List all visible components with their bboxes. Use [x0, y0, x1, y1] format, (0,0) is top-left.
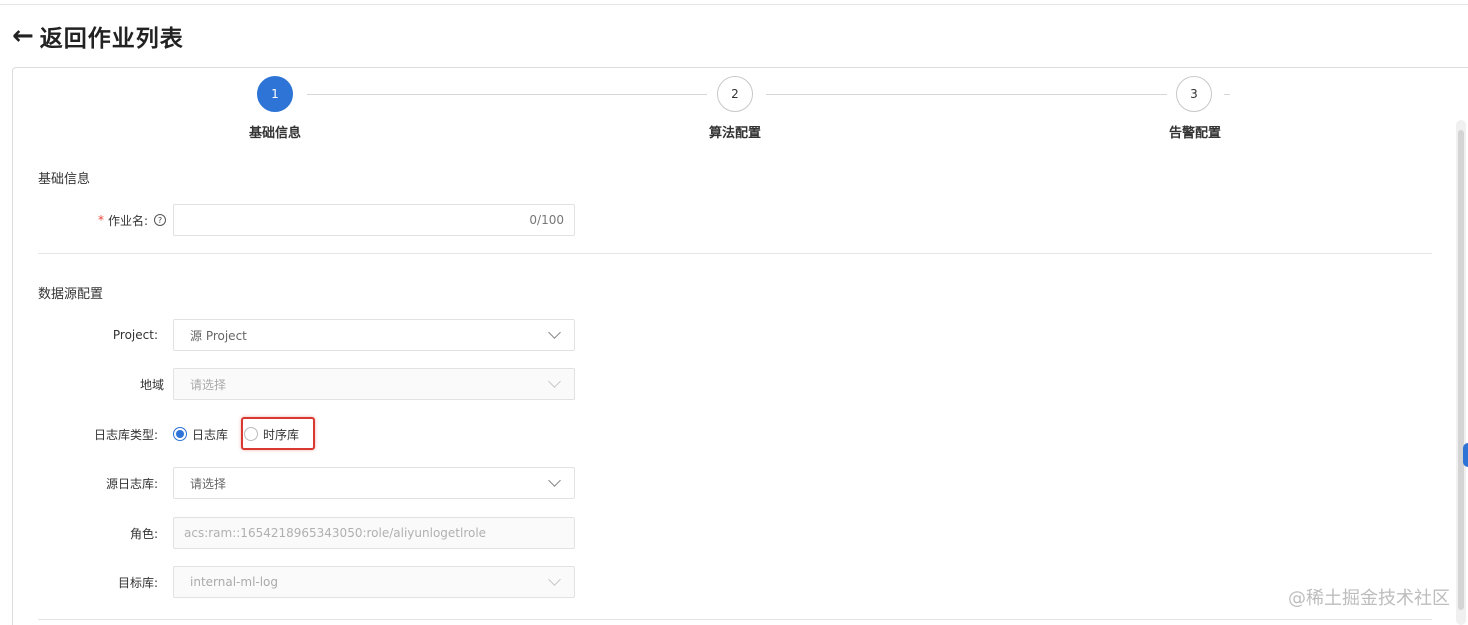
section-divider-bottom: [38, 619, 1432, 620]
project-label-text: Project:: [112, 328, 158, 342]
source-logstore-label: 源日志库:: [18, 467, 158, 499]
target-store-label: 目标库:: [18, 566, 158, 598]
step-2-label: 算法配置: [708, 126, 761, 141]
watermark: @稀土掘金技术社区: [1288, 588, 1450, 609]
radio-logstore[interactable]: 日志库: [173, 426, 228, 443]
role-input: acs:ram::1654218965343050:role/aliyunlog…: [173, 517, 575, 549]
job-name-input[interactable]: 0/100: [173, 204, 575, 236]
radio-checked-icon: [173, 427, 187, 441]
region-select[interactable]: 请选择: [173, 368, 575, 400]
step-2-number: 2: [731, 87, 739, 101]
datasource-section-title: 数据源配置: [38, 287, 104, 302]
region-label-text: 地域: [139, 377, 164, 392]
back-arrow-icon: ←: [12, 21, 34, 51]
step-3-label: 告警配置: [1168, 126, 1221, 141]
region-label: 地域: [24, 368, 164, 400]
target-store-value: internal-ml-log: [190, 575, 279, 589]
job-name-char-counter: 0/100: [529, 213, 564, 227]
target-store-select: internal-ml-log: [173, 566, 575, 598]
step-connector-tail: [1224, 94, 1230, 95]
step-connector-1: [307, 94, 707, 95]
back-link-label: 返回作业列表: [39, 26, 184, 52]
project-select-value: 源 Project: [190, 328, 247, 343]
source-logstore-select[interactable]: 请选择: [173, 467, 575, 499]
chevron-down-icon: [548, 474, 561, 487]
project-select[interactable]: 源 Project: [173, 319, 575, 351]
basic-info-section-title: 基础信息: [38, 172, 91, 187]
step-connector-2: [766, 94, 1167, 95]
source-logstore-placeholder: 请选择: [190, 476, 227, 491]
step-1-label: 基础信息: [248, 126, 301, 141]
step-1-indicator: 1: [257, 76, 293, 112]
logstore-type-label-text: 日志库类型:: [93, 427, 158, 442]
source-logstore-label-text: 源日志库:: [105, 476, 158, 491]
radio-logstore-label: 日志库: [192, 427, 229, 442]
region-select-placeholder: 请选择: [190, 377, 227, 392]
top-divider: [0, 4, 1468, 5]
step-2-indicator: 2: [717, 76, 753, 112]
back-to-job-list-link[interactable]: ← 返回作业列表: [12, 18, 184, 54]
annotation-highlight-box: [241, 417, 315, 450]
step-3-number: 3: [1190, 87, 1198, 101]
project-label: Project:: [18, 319, 158, 351]
role-label-text: 角色:: [129, 526, 158, 541]
required-mark: *: [97, 213, 104, 227]
job-name-label: * 作业名: ?: [26, 204, 166, 236]
step-3-indicator: 3: [1176, 76, 1212, 112]
chevron-down-icon: [548, 375, 561, 388]
section-divider: [38, 253, 1432, 254]
step-1-number: 1: [271, 87, 279, 101]
chevron-down-icon: [548, 573, 561, 586]
chevron-down-icon: [548, 326, 561, 339]
role-value: acs:ram::1654218965343050:role/aliyunlog…: [184, 526, 487, 540]
role-label: 角色:: [18, 517, 158, 549]
floating-assistant-button[interactable]: [1463, 443, 1468, 467]
scrollbar-thumb[interactable]: [1458, 130, 1464, 610]
question-circle-icon[interactable]: ?: [154, 214, 166, 226]
target-store-label-text: 目标库:: [117, 575, 158, 590]
job-name-label-text: 作业名:: [107, 213, 148, 228]
logstore-type-label: 日志库类型:: [18, 418, 158, 450]
